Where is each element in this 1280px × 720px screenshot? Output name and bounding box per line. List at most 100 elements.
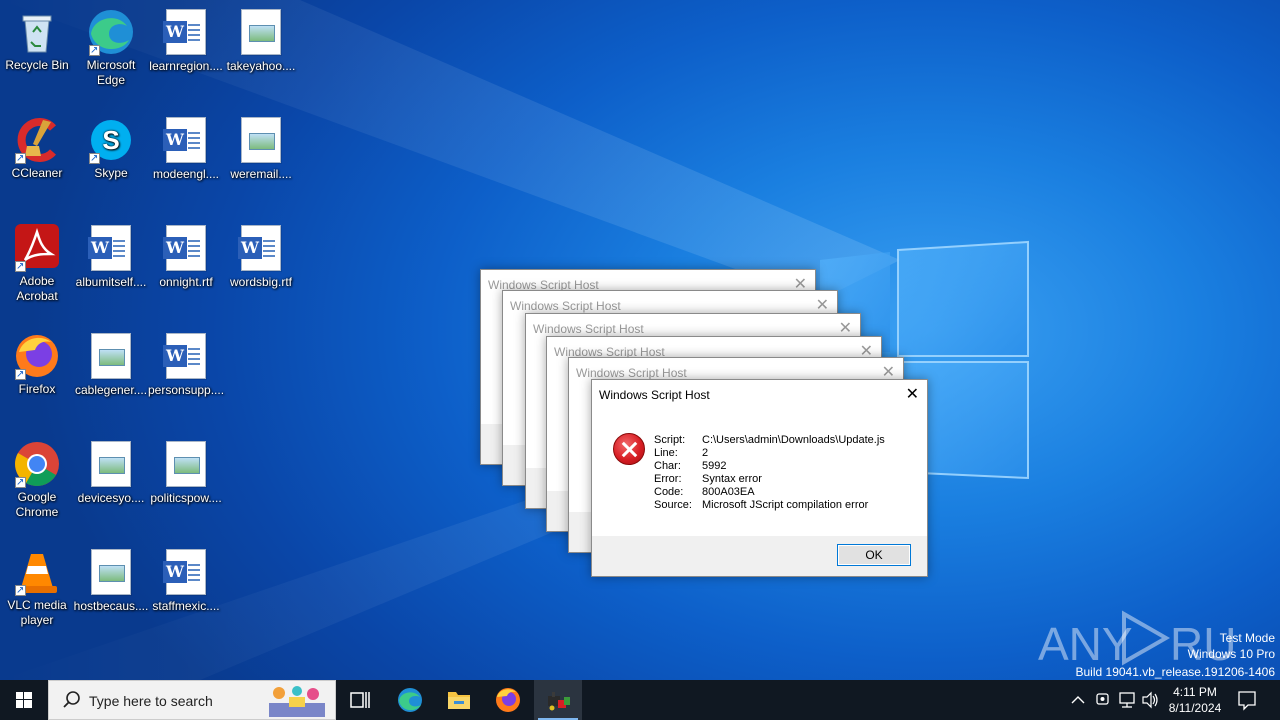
desktop-icon-google-chrome[interactable]: Google Chrome [0, 440, 75, 520]
close-icon[interactable]: ✕ [839, 318, 852, 338]
svg-text:S: S [102, 125, 119, 155]
desktop-icon-label: onnight.rtf [159, 275, 213, 289]
search-icon [63, 691, 80, 708]
desktop-icon-recycle-bin[interactable]: Recycle Bin [0, 8, 75, 73]
desktop-icon-personsupp[interactable]: W personsupp.... [148, 332, 224, 398]
close-icon[interactable]: ✕ [816, 295, 829, 315]
word-document-icon: W [163, 117, 206, 163]
clock-time: 4:11 PM [1173, 685, 1217, 699]
desktop-icon-modeengl[interactable]: W modeengl.... [148, 116, 224, 182]
desktop-icon-label: albumitself.... [75, 275, 147, 289]
desktop-icon-wordsbig[interactable]: W wordsbig.rtf [223, 224, 299, 290]
show-hidden-icons-chevron-icon[interactable] [1068, 680, 1088, 720]
taskbar-firefox[interactable] [484, 680, 532, 720]
search-placeholder: Type here to search [89, 693, 213, 709]
watermark-edition: Windows 10 Pro [1187, 647, 1275, 661]
error-icon [613, 433, 645, 465]
desktop-icon-label: cablegener.... [74, 383, 148, 397]
desktop[interactable]: Recycle Bin CCleaner Adobe Acrobat Firef… [0, 0, 1280, 680]
taskbar-edge[interactable] [386, 680, 434, 720]
script-host-icon [548, 692, 570, 711]
error-field-line: Line: 2 [654, 447, 709, 459]
desktop-icon-label: Microsoft Edge [86, 58, 136, 87]
desktop-icon-microsoft-edge[interactable]: Microsoft Edge [73, 8, 149, 88]
desktop-icon-label: staffmexic.... [152, 599, 220, 613]
desktop-icon-learnregion[interactable]: W learnregion.... [148, 8, 224, 74]
desktop-icon-staffmexic[interactable]: W staffmexic.... [148, 548, 224, 614]
task-view-icon [350, 692, 370, 708]
clock-date: 8/11/2024 [1168, 701, 1222, 715]
ok-button[interactable]: OK [837, 544, 911, 566]
shortcut-arrow-icon [15, 367, 26, 382]
error-field-char: Char: 5992 [654, 460, 727, 472]
image-file-icon [91, 549, 131, 595]
edge-icon [398, 688, 422, 712]
shortcut-arrow-icon [15, 151, 26, 166]
desktop-icon-weremail[interactable]: weremail.... [223, 116, 299, 182]
error-field-script: Script: C:\Users\admin\Downloads\Update.j… [654, 434, 885, 446]
desktop-icon-label: Recycle Bin [5, 58, 69, 72]
taskbar-clock[interactable]: 4:11 PM 8/11/2024 [1160, 684, 1230, 716]
desktop-icon-adobe-acrobat[interactable]: Adobe Acrobat [0, 224, 75, 304]
word-document-icon: W [163, 9, 206, 55]
desktop-icon-politicspow[interactable]: politicspow.... [148, 440, 224, 506]
word-document-icon: W [163, 225, 206, 271]
desktop-icon-label: Firefox [18, 382, 56, 396]
shortcut-arrow-icon [15, 259, 26, 274]
taskbar-search-box[interactable]: Type here to search [48, 680, 336, 720]
volume-icon[interactable] [1140, 680, 1160, 720]
desktop-icon-label: personsupp.... [148, 383, 225, 397]
meet-now-icon[interactable] [1094, 680, 1112, 720]
desktop-icon-label: VLC media player [7, 598, 67, 627]
desktop-icon-devicesyo[interactable]: devicesyo.... [73, 440, 149, 506]
word-document-icon: W [163, 549, 206, 595]
desktop-icon-label: takeyahoo.... [226, 59, 296, 73]
start-button[interactable] [0, 680, 48, 720]
desktop-icon-label: learnregion.... [149, 59, 223, 73]
desktop-icon-vlc[interactable]: VLC media player [0, 548, 75, 628]
image-file-icon [241, 9, 281, 55]
word-document-icon: W [238, 225, 281, 271]
desktop-icon-label: wordsbig.rtf [229, 275, 293, 289]
desktop-icon-label: CCleaner [11, 166, 63, 180]
close-icon[interactable]: ✕ [906, 384, 919, 404]
desktop-icon-label: modeengl.... [152, 167, 220, 181]
dialog-title: Windows Script Host [599, 388, 710, 402]
taskbar-script-host[interactable] [534, 680, 582, 720]
desktop-icon-label: politicspow.... [150, 491, 222, 505]
taskbar: Type here to search 4:11 PM 8/11/2024 [0, 680, 1280, 720]
windows-logo-icon [16, 692, 32, 708]
taskbar-file-explorer[interactable] [435, 680, 483, 720]
dialog-title: Windows Script Host [510, 299, 621, 313]
desktop-icon-albumitself[interactable]: W albumitself.... [73, 224, 149, 290]
search-highlight-image-icon [259, 683, 335, 719]
task-view-button[interactable] [336, 680, 384, 720]
dialog-title: Windows Script Host [576, 366, 687, 380]
network-icon[interactable] [1117, 680, 1137, 720]
desktop-icon-hostbecaus[interactable]: hostbecaus.... [73, 548, 149, 614]
action-center-notification-icon[interactable] [1236, 680, 1258, 720]
desktop-icon-label: Google Chrome [15, 490, 59, 519]
shortcut-arrow-icon [89, 43, 100, 58]
script-host-error-dialog[interactable]: Windows Script Host ✕ Script: C:\Users\adm… [591, 379, 928, 577]
error-field-source: Source: Microsoft JScript compilation err… [654, 499, 869, 511]
desktop-icon-onnight[interactable]: W onnight.rtf [148, 224, 224, 290]
desktop-icon-firefox[interactable]: Firefox [0, 332, 75, 397]
firefox-icon [496, 688, 520, 712]
dialog-title: Windows Script Host [533, 322, 644, 336]
word-document-icon: W [88, 225, 131, 271]
image-file-icon [91, 333, 131, 379]
desktop-icon-ccleaner[interactable]: CCleaner [0, 116, 75, 181]
desktop-icon-skype[interactable]: S Skype [73, 116, 149, 181]
desktop-icon-label: devicesyo.... [77, 491, 145, 505]
desktop-icon-label: Adobe Acrobat [16, 274, 58, 303]
shortcut-arrow-icon [15, 583, 26, 598]
shortcut-arrow-icon [89, 151, 100, 166]
desktop-icon-takeyahoo[interactable]: takeyahoo.... [223, 8, 299, 74]
desktop-icon-label: weremail.... [230, 167, 292, 181]
shortcut-arrow-icon [15, 475, 26, 490]
recycle-bin-icon [22, 15, 52, 53]
error-details: Script: C:\Users\admin\Downloads\Update.j… [654, 434, 885, 512]
error-field-error: Error: Syntax error [654, 473, 762, 485]
desktop-icon-cablegener[interactable]: cablegener.... [73, 332, 149, 398]
